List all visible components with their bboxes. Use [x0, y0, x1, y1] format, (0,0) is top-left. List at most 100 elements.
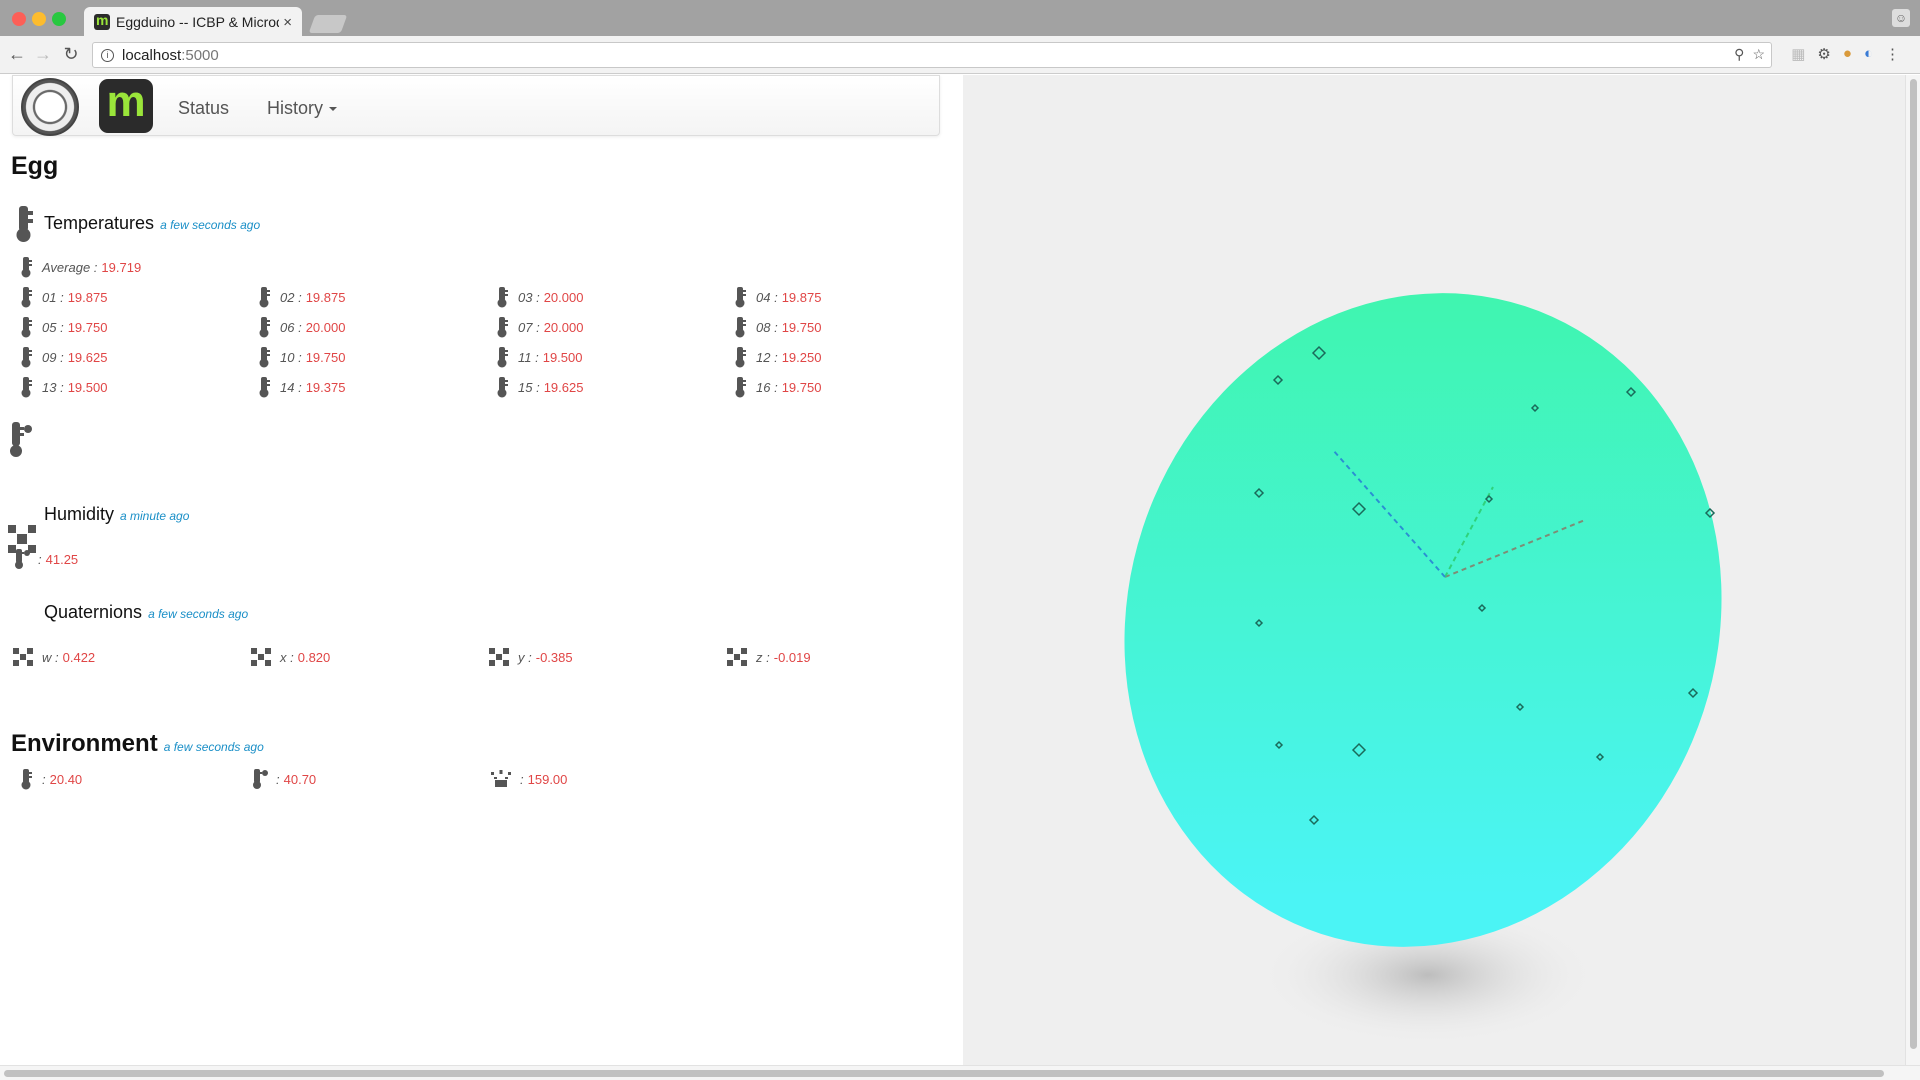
thermometer-icon	[735, 347, 746, 368]
reading-label: y :	[518, 649, 532, 665]
minimize-window-button[interactable]	[32, 12, 46, 26]
temperature-sensor: 04 :19.875	[732, 286, 821, 308]
humidity-header: Humidity a minute ago	[44, 504, 189, 525]
nav-status[interactable]: Status	[178, 98, 229, 119]
profile-icon[interactable]: ☺	[1892, 9, 1910, 27]
thermometer-icon	[497, 377, 508, 398]
back-arrow-icon[interactable]: ←	[6, 44, 28, 65]
temperature-sensor: 06 :20.000	[256, 316, 345, 338]
quaternion-component: x :0.820	[250, 646, 330, 668]
horizontal-scrollbar[interactable]	[0, 1065, 1920, 1080]
extension-gear-icon[interactable]: ⚙	[1817, 45, 1830, 63]
reading-label: 01 :	[42, 289, 64, 305]
quaternion-icon	[489, 648, 509, 666]
temperature-sensor: 13 :19.500	[18, 376, 107, 398]
reading-label: 09 :	[42, 349, 64, 365]
egg-3d-canvas[interactable]	[963, 75, 1905, 1065]
reading-value: 19.625	[67, 349, 108, 365]
reading-label: x :	[280, 649, 294, 665]
thermometer-icon	[259, 347, 270, 368]
reading-value: 19.250	[781, 349, 822, 365]
reading-label: 13 :	[42, 379, 64, 395]
environment-header: Environment a few seconds ago	[11, 730, 264, 758]
zoom-icon[interactable]: ⚲	[1734, 46, 1744, 63]
quaternion-component: w :0.422	[12, 646, 95, 668]
reading-label: :	[38, 551, 42, 567]
temperature-sensor: 05 :19.750	[18, 316, 107, 338]
address-bar[interactable]: i localhost:5000 ⚲ ☆	[92, 42, 1772, 68]
reading-value: 19.875	[67, 289, 108, 305]
microduino-favicon-icon	[94, 12, 110, 30]
reading-value: 19.750	[305, 349, 346, 365]
reading-label: 02 :	[280, 289, 302, 305]
quaternion-icon	[727, 648, 747, 666]
close-tab-icon[interactable]: ×	[283, 14, 292, 31]
forward-arrow-icon[interactable]: →	[32, 44, 54, 65]
vertical-scroll-thumb[interactable]	[1910, 79, 1917, 1049]
temperature-sensor: 02 :19.875	[256, 286, 345, 308]
reading-label: 11 :	[518, 349, 539, 365]
timestamp: a few seconds ago	[163, 740, 264, 754]
thermometer-icon	[21, 257, 32, 278]
reading-value: 19.750	[781, 379, 822, 395]
dashboard-pane: m Status History Egg Temperatures a few …	[0, 75, 963, 1065]
reading-value: 19.500	[542, 349, 583, 365]
url-port: :5000	[181, 46, 219, 64]
reading-label: 07 :	[518, 319, 540, 335]
reading-value: 0.820	[297, 649, 331, 665]
reading-label: 14 :	[280, 379, 302, 395]
chevron-down-icon	[329, 107, 338, 112]
extension-cookie-icon[interactable]: ●	[1843, 45, 1852, 63]
timestamp: a few seconds ago	[148, 607, 249, 621]
environment-reading: :159.00	[490, 768, 567, 790]
quaternion-icon	[251, 648, 271, 666]
info-icon[interactable]: i	[101, 48, 114, 62]
thermometer-icon	[735, 287, 746, 308]
reading-label: 08 :	[756, 319, 778, 335]
microduino-logo[interactable]: m	[99, 79, 153, 133]
thermometer-icon	[259, 287, 270, 308]
reading-label: 06 :	[280, 319, 302, 335]
thermometer-icon	[497, 317, 508, 338]
reading-label: 16 :	[756, 379, 778, 395]
url-host: localhost	[122, 46, 182, 64]
thermometer-icon	[21, 377, 32, 398]
icbp-crest-logo[interactable]	[21, 78, 79, 136]
light-icon	[491, 770, 511, 787]
extension-d-icon[interactable]: ◐	[1864, 45, 1873, 63]
extension-grid-icon[interactable]: ▦	[1791, 45, 1805, 63]
reading-label: 04 :	[756, 289, 778, 305]
humidity-icon	[253, 769, 268, 789]
temperature-sensor: 16 :19.750	[732, 376, 821, 398]
thermometer-icon	[21, 769, 32, 790]
horizontal-scroll-thumb[interactable]	[4, 1070, 1884, 1077]
temperatures-header: Temperatures a few seconds ago	[44, 213, 260, 234]
app-navbar: m Status History	[12, 75, 940, 136]
maximize-window-button[interactable]	[52, 12, 66, 26]
close-window-button[interactable]	[12, 12, 26, 26]
bookmark-star-icon[interactable]: ☆	[1752, 46, 1765, 63]
browser-tab[interactable]: Eggduino -- ICBP & Microduino ×	[84, 7, 302, 37]
egg-3d-view[interactable]	[963, 75, 1905, 1065]
thermometer-icon	[21, 317, 32, 338]
reading-label: :	[276, 771, 280, 787]
reading-label: 10 :	[280, 349, 302, 365]
reload-icon[interactable]: ↻	[60, 44, 82, 65]
quaternion-component: z : -0.019	[726, 646, 811, 668]
temperature-sensor: 12 :19.250	[732, 346, 821, 368]
reading-label: 05 :	[42, 319, 64, 335]
vertical-scrollbar[interactable]	[1905, 75, 1920, 1065]
reading-value: 40.70	[283, 771, 317, 787]
nav-history-dropdown[interactable]: History	[267, 98, 338, 119]
egg-model[interactable]	[1040, 215, 1805, 1025]
temperature-sensor: 08 :19.750	[732, 316, 821, 338]
reading-value: 41.25	[45, 551, 79, 567]
thermometer-icon	[497, 347, 508, 368]
thermometer-icon	[21, 287, 32, 308]
menu-kebab-icon[interactable]: ⋮	[1885, 45, 1900, 63]
thermometer-icon	[259, 317, 270, 338]
reading-value: 19.375	[305, 379, 346, 395]
new-tab-button[interactable]	[308, 15, 348, 33]
reading-value: 19.625	[543, 379, 584, 395]
reading-value: 0.422	[62, 649, 96, 665]
